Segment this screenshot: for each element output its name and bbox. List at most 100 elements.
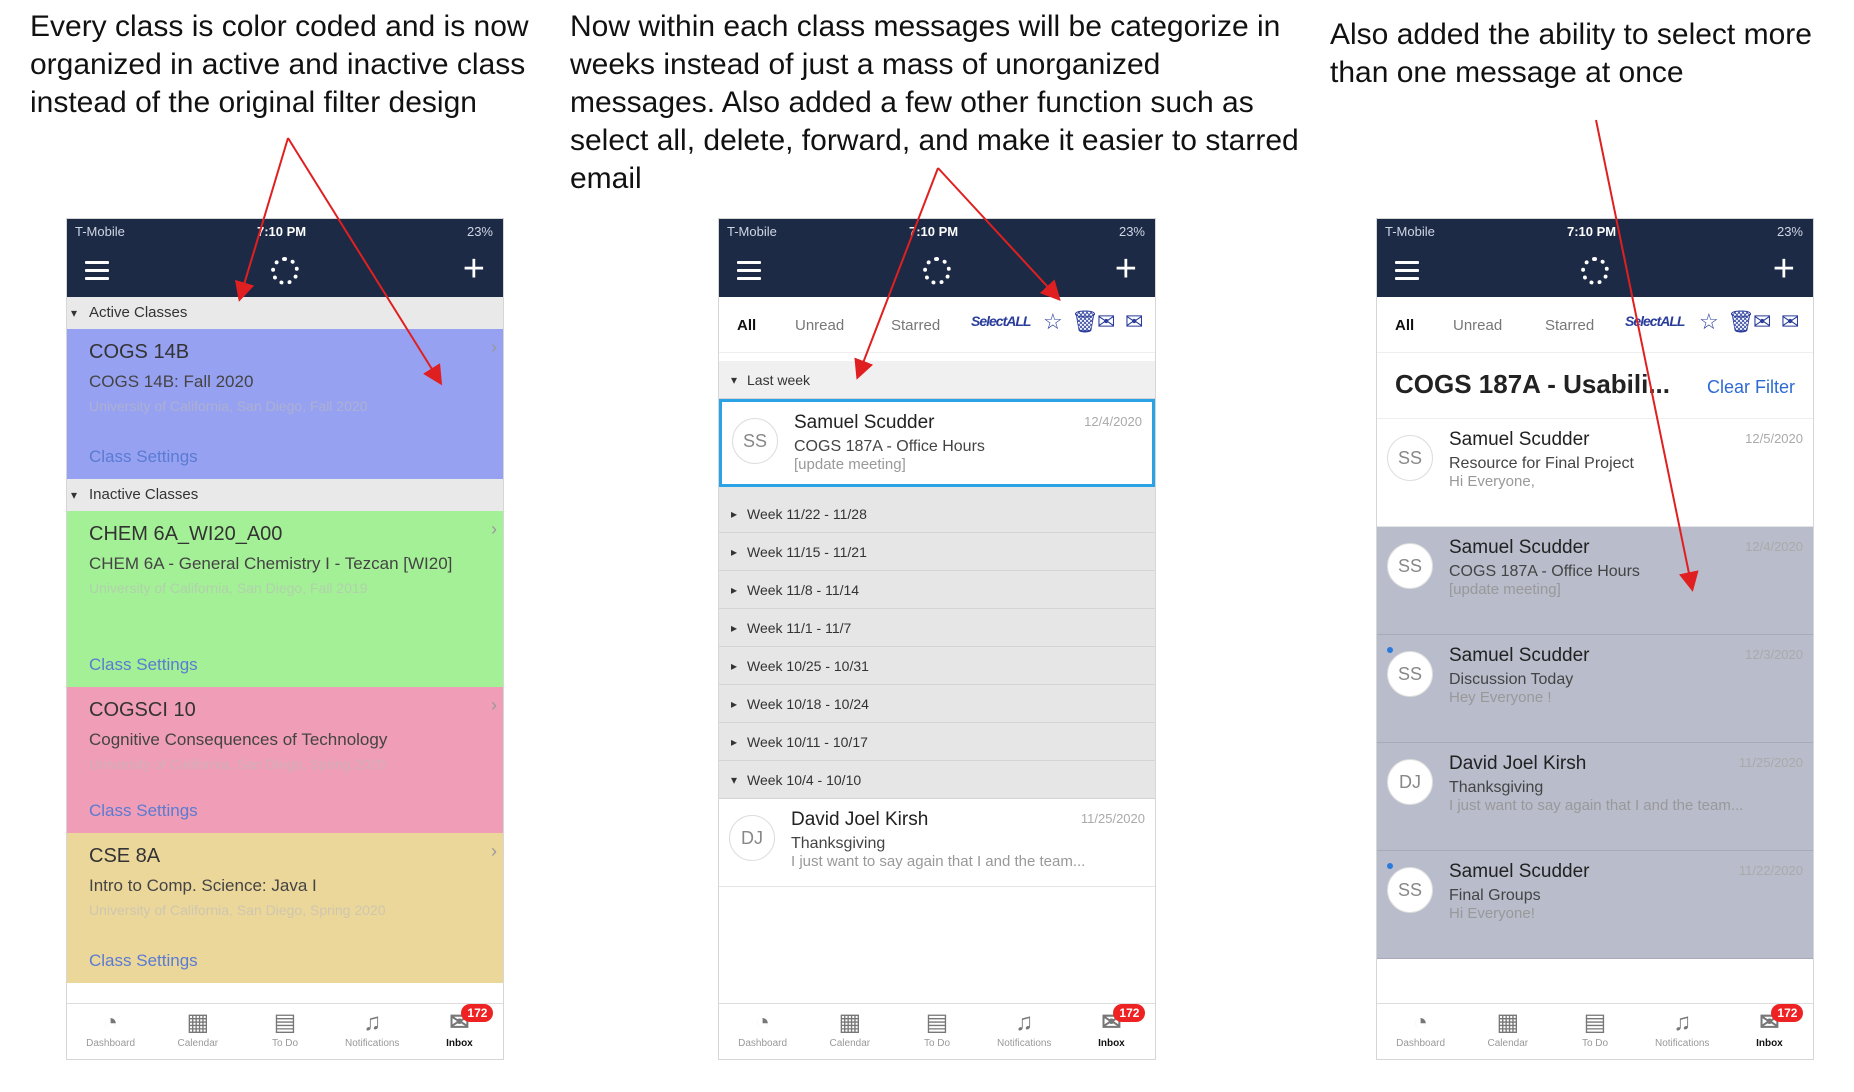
last-week-header[interactable]: Last week bbox=[719, 361, 1155, 399]
mark-read-icon[interactable]: ✉ bbox=[1781, 309, 1799, 335]
calendar-icon: ▦ bbox=[1496, 1009, 1520, 1036]
class-code: CHEM 6A_WI20_A00 bbox=[89, 523, 283, 545]
tab-label: Calendar bbox=[1487, 1038, 1529, 1049]
forward-mail-icon[interactable]: ✉ bbox=[1097, 309, 1115, 335]
message-date: 12/3/2020 bbox=[1745, 647, 1803, 662]
filter-unread-tab[interactable]: Unread bbox=[795, 317, 844, 334]
message-subject: Thanksgiving bbox=[791, 835, 886, 852]
week-header[interactable]: Week 10/25 - 10/31 bbox=[719, 647, 1155, 685]
avatar: DJ bbox=[1387, 759, 1433, 805]
message-row-selected[interactable]: SS Samuel Scudder COGS 187A - Office Hou… bbox=[1377, 527, 1813, 635]
compose-plus-icon[interactable]: + bbox=[1773, 249, 1795, 289]
compose-plus-icon[interactable]: + bbox=[1115, 249, 1137, 289]
tab-todo[interactable]: ▤ To Do bbox=[1551, 1004, 1638, 1059]
class-term: University of California, San Diego, Fal… bbox=[89, 398, 368, 414]
message-row-selected[interactable]: SS Samuel Scudder COGS 187A - Office Hou… bbox=[719, 399, 1155, 487]
status-bar: T-Mobile 7:10 PM 23% bbox=[1377, 219, 1813, 245]
class-term: University of California, San Diego, Spr… bbox=[89, 902, 386, 918]
class-card-cogsci10[interactable]: › COGSCI 10 Cognitive Consequences of Te… bbox=[67, 687, 503, 833]
annotation-middle: Now within each class messages will be c… bbox=[570, 8, 1299, 198]
week-header[interactable]: Week 11/22 - 11/28 bbox=[719, 495, 1155, 533]
class-settings-link[interactable]: Class Settings bbox=[89, 951, 198, 971]
class-name: CHEM 6A - General Chemistry I - Tezcan [… bbox=[89, 554, 453, 573]
forward-mail-icon[interactable]: ✉ bbox=[1753, 309, 1771, 335]
class-card-cogs14b[interactable]: › COGS 14B COGS 14B: Fall 2020 Universit… bbox=[67, 329, 503, 479]
tab-dashboard[interactable]: ◔ Dashboard bbox=[1377, 1004, 1464, 1059]
trash-icon[interactable]: 🗑 bbox=[1071, 309, 1099, 335]
class-card-cse8a[interactable]: › CSE 8A Intro to Comp. Science: Java I … bbox=[67, 833, 503, 983]
nav-bar: + bbox=[67, 245, 503, 297]
message-subject: COGS 187A - Office Hours bbox=[794, 438, 985, 455]
filter-starred-tab[interactable]: Starred bbox=[891, 317, 940, 334]
clock: 7:10 PM bbox=[257, 224, 307, 239]
message-row[interactable]: DJ David Joel Kirsh Thanksgiving I just … bbox=[719, 799, 1155, 887]
tab-dashboard[interactable]: ◔ Dashboard bbox=[719, 1004, 806, 1059]
tab-todo[interactable]: ▤ To Do bbox=[241, 1004, 328, 1059]
message-row-selected[interactable]: SS Samuel Scudder Discussion Today Hey E… bbox=[1377, 635, 1813, 743]
tab-inbox[interactable]: ✉ 172 Inbox bbox=[1726, 1004, 1813, 1059]
active-classes-header[interactable]: Active Classes bbox=[67, 297, 503, 329]
tab-notifications[interactable]: ♫ Notifications bbox=[1639, 1004, 1726, 1059]
tab-calendar[interactable]: ▦ Calendar bbox=[806, 1004, 893, 1059]
calendar-icon: ▦ bbox=[186, 1009, 210, 1036]
mark-read-icon[interactable]: ✉ bbox=[1125, 309, 1143, 335]
calendar-icon: ▦ bbox=[838, 1009, 862, 1036]
inactive-classes-header[interactable]: Inactive Classes bbox=[67, 479, 503, 511]
tab-label: Inbox bbox=[1098, 1038, 1125, 1049]
tab-todo[interactable]: ▤ To Do bbox=[893, 1004, 980, 1059]
menu-icon[interactable] bbox=[1395, 261, 1419, 281]
week-header[interactable]: Week 10/18 - 10/24 bbox=[719, 685, 1155, 723]
annotation-right: Also added the ability to select more th… bbox=[1330, 16, 1812, 92]
chevron-right-icon: › bbox=[491, 841, 497, 861]
week-header-open[interactable]: Week 10/4 - 10/10 bbox=[719, 761, 1155, 799]
star-icon[interactable]: ☆ bbox=[1699, 309, 1719, 335]
clear-filter-link[interactable]: Clear Filter bbox=[1707, 377, 1795, 398]
tab-calendar[interactable]: ▦ Calendar bbox=[1464, 1004, 1551, 1059]
compose-plus-icon[interactable]: + bbox=[463, 249, 485, 289]
class-settings-link[interactable]: Class Settings bbox=[89, 447, 198, 467]
avatar: SS bbox=[732, 418, 778, 464]
class-settings-link[interactable]: Class Settings bbox=[89, 655, 198, 675]
tab-label: Dashboard bbox=[1396, 1038, 1446, 1049]
dashboard-icon: ◔ bbox=[755, 1009, 770, 1036]
tab-dashboard[interactable]: ◔ Dashboard bbox=[67, 1004, 154, 1059]
filter-bar: All Unread Starred SelectALL ☆ 🗑 ✉ ✉ bbox=[719, 297, 1155, 353]
tab-label: Notifications bbox=[344, 1038, 400, 1049]
tab-calendar[interactable]: ▦ Calendar bbox=[154, 1004, 241, 1059]
menu-icon[interactable] bbox=[85, 261, 109, 281]
message-row-selected[interactable]: SS Samuel Scudder Final Groups Hi Everyo… bbox=[1377, 851, 1813, 959]
select-all-button[interactable]: SelectALL bbox=[1625, 313, 1685, 329]
battery-label: 23% bbox=[1118, 224, 1145, 239]
filter-bar: All Unread Starred SelectALL ☆ 🗑 ✉ ✉ bbox=[1377, 297, 1813, 353]
tab-inbox[interactable]: ✉ 172 Inbox bbox=[1068, 1004, 1155, 1059]
class-card-chem6a[interactable]: › CHEM 6A_WI20_A00 CHEM 6A - General Che… bbox=[67, 511, 503, 687]
annotation-line: messages. Also added a few other functio… bbox=[570, 86, 1254, 119]
class-settings-link[interactable]: Class Settings bbox=[89, 801, 198, 821]
canvas-logo-icon bbox=[923, 257, 951, 285]
select-all-button[interactable]: SelectALL bbox=[971, 313, 1031, 329]
tab-notifications[interactable]: ♫ Notifications bbox=[329, 1004, 416, 1059]
tab-bar: ◔ Dashboard ▦ Calendar ▤ To Do ♫ Notificatio… bbox=[1377, 1003, 1813, 1059]
filter-unread-tab[interactable]: Unread bbox=[1453, 317, 1502, 334]
message-date: 12/4/2020 bbox=[1745, 539, 1803, 554]
filter-starred-tab[interactable]: Starred bbox=[1545, 317, 1594, 334]
filter-all-tab[interactable]: All bbox=[1395, 317, 1414, 334]
message-row[interactable]: SS Samuel Scudder Resource for Final Pro… bbox=[1377, 419, 1813, 527]
menu-icon[interactable] bbox=[737, 261, 761, 281]
filter-all-tab[interactable]: All bbox=[737, 317, 756, 334]
trash-icon[interactable]: 🗑 bbox=[1727, 309, 1755, 335]
message-preview: [update meeting] bbox=[794, 456, 906, 473]
message-row-selected[interactable]: DJ David Joel Kirsh Thanksgiving I just … bbox=[1377, 743, 1813, 851]
tab-inbox[interactable]: ✉ 172 Inbox bbox=[416, 1004, 503, 1059]
avatar: SS bbox=[1387, 867, 1433, 913]
week-header[interactable]: Week 10/11 - 10/17 bbox=[719, 723, 1155, 761]
week-header[interactable]: Week 11/1 - 11/7 bbox=[719, 609, 1155, 647]
week-header[interactable]: Week 11/8 - 11/14 bbox=[719, 571, 1155, 609]
bell-icon: ♫ bbox=[1673, 1009, 1692, 1036]
week-header[interactable]: Week 11/15 - 11/21 bbox=[719, 533, 1155, 571]
bell-icon: ♫ bbox=[1015, 1009, 1034, 1036]
tab-notifications[interactable]: ♫ Notifications bbox=[981, 1004, 1068, 1059]
message-subject: Thanksgiving bbox=[1449, 779, 1544, 796]
star-icon[interactable]: ☆ bbox=[1043, 309, 1063, 335]
class-code: COGSCI 10 bbox=[89, 699, 196, 721]
